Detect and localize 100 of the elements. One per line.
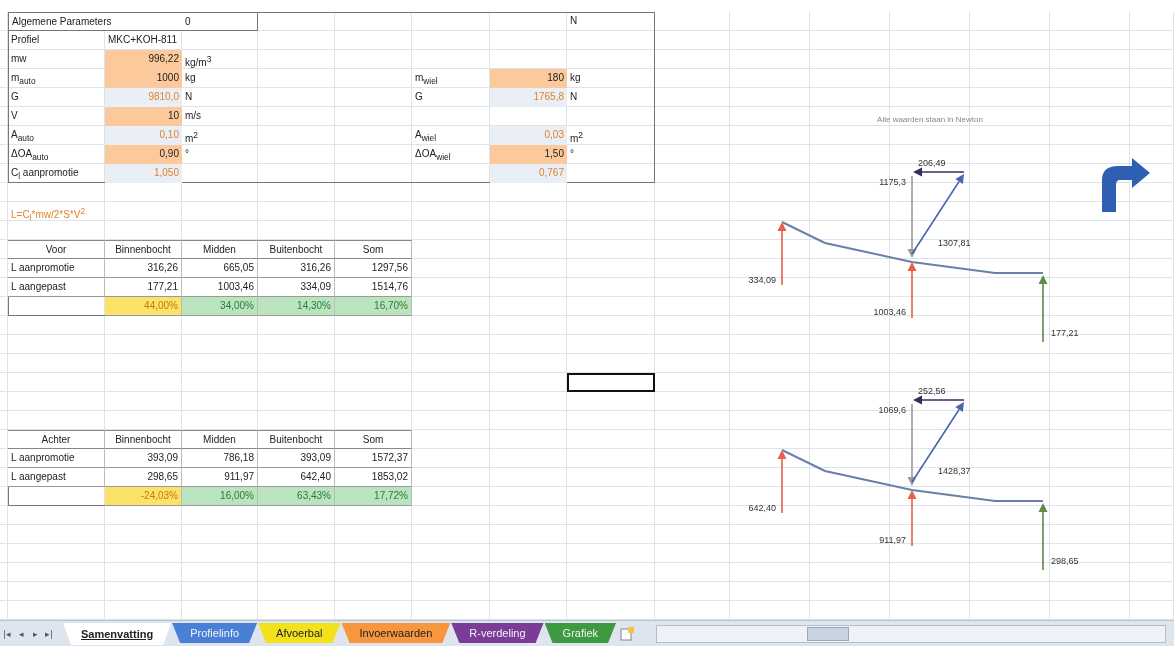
sheet-tab[interactable]: Profielinfo <box>172 623 258 643</box>
parameter-value: 0,90 <box>105 145 182 164</box>
column-header: Binnenbocht <box>105 240 182 259</box>
parameter-label: mw <box>10 52 28 66</box>
unit-label: m$^{2}$ <box>184 129 199 145</box>
force-value: 1069,6 <box>878 405 906 415</box>
section-title: Algemene Parameters <box>8 12 182 31</box>
table-cell: 298,65 <box>105 468 182 487</box>
percentage-cell: 63,43% <box>258 487 335 506</box>
force-arrow <box>777 450 787 514</box>
table-cell: 1297,56 <box>335 259 412 278</box>
parameter-label: V <box>10 109 19 123</box>
parameter-label: C$_{l}$ aanpromotie <box>10 166 80 183</box>
table-cell: 642,40 <box>258 468 335 487</box>
parameter-label: ΔOA$_{auto}$ <box>10 147 50 164</box>
sheet-nav-button[interactable]: |◂ <box>0 625 14 643</box>
percentage-cell: 34,00% <box>182 297 258 316</box>
parameter-value: 996,22 <box>105 50 182 69</box>
horizontal-scrollbar[interactable] <box>656 625 1166 643</box>
row-label: L aangepast <box>8 278 105 297</box>
table-cell: 177,21 <box>105 278 182 297</box>
force-value: 252,56 <box>918 386 946 396</box>
parameter-value: 1000 <box>105 69 182 88</box>
parameter-value: 1,050 <box>105 164 182 183</box>
selected-cell[interactable] <box>567 373 655 392</box>
force-value: 206,49 <box>918 158 946 168</box>
parameter-label: m$_{wiel}$ <box>414 71 439 88</box>
new-sheet-icon[interactable] <box>620 627 635 641</box>
sheet-tab[interactable]: R-verdeling <box>451 623 544 643</box>
column-header: Achter <box>8 430 105 449</box>
table-cell: 1572,37 <box>335 449 412 468</box>
sheet-tab[interactable]: Grafiek <box>544 623 617 643</box>
row-label: L aanpromotie <box>8 259 105 278</box>
parameter-value: 9810,0 <box>105 88 182 107</box>
unit-label: kg <box>569 71 582 85</box>
column-header: Buitenbocht <box>258 430 335 449</box>
unit-label: N <box>184 90 194 104</box>
sheet-tab[interactable]: Afvoerbal <box>258 623 341 643</box>
force-value: 642,40 <box>748 503 776 513</box>
column-header: Midden <box>182 430 258 449</box>
parameter-label: ΔOA$_{wiel}$ <box>414 147 452 164</box>
cell-value: 0 <box>182 12 258 31</box>
force-value: 334,09 <box>748 275 776 285</box>
cell-value: N <box>569 14 579 28</box>
unit-label: ° <box>569 147 575 161</box>
row-label: L aanpromotie <box>8 449 105 468</box>
table-cell: 1853,02 <box>335 468 412 487</box>
unit-label: kg <box>184 71 197 85</box>
percentage-cell: 16,70% <box>335 297 412 316</box>
unit-label: kg/m$^{3}$ <box>184 53 213 69</box>
table-cell: 1514,76 <box>335 278 412 297</box>
formula-text: L=C$_{l}$*mw/2*S*V$^{2}$ <box>10 205 87 221</box>
force-value: 177,21 <box>1051 328 1079 338</box>
percentage-cell: -24,03% <box>105 487 182 506</box>
table-cell: 911,97 <box>182 468 258 487</box>
force-arrow <box>1038 503 1048 571</box>
force-arrow <box>1038 275 1048 343</box>
sheet-tab[interactable]: Samenvatting <box>63 623 172 645</box>
sheet-nav-button[interactable]: ▸| <box>42 625 56 643</box>
percentage-cell: 44,00% <box>105 297 182 316</box>
parameter-value: 1765,8 <box>490 88 567 107</box>
parameter-value: 1,50 <box>490 145 567 164</box>
unit-label: ° <box>184 147 190 161</box>
parameter-label: m$_{auto}$ <box>10 71 37 88</box>
unit-label: m$^{2}$ <box>569 129 584 145</box>
parameter-value: MKC+KOH-811 <box>107 33 178 47</box>
column-header: Voor <box>8 240 105 259</box>
sheet-nav-button[interactable]: ▸ <box>28 625 42 643</box>
force-arrow <box>907 490 917 547</box>
table-cell: 665,05 <box>182 259 258 278</box>
unit-label: m/s <box>184 109 203 123</box>
table-cell: 316,26 <box>258 259 335 278</box>
column-header: Midden <box>182 240 258 259</box>
force-arrow <box>907 262 917 319</box>
sheet-nav-button[interactable]: ◂ <box>14 625 28 643</box>
table-cell: 316,26 <box>105 259 182 278</box>
elbow-arrow-icon <box>1102 158 1150 212</box>
parameter-label: G <box>414 90 424 104</box>
table-cell: 1003,46 <box>182 278 258 297</box>
column-header: Buitenbocht <box>258 240 335 259</box>
force-value: 1175,3 <box>879 177 906 187</box>
diagram-title: Alle waarden staan in Newton <box>877 115 983 124</box>
force-value: 911,97 <box>879 535 906 545</box>
table-cell: 393,09 <box>105 449 182 468</box>
unit-label: N <box>569 90 579 104</box>
percentage-cell: 17,72% <box>335 487 412 506</box>
table-cell: 393,09 <box>258 449 335 468</box>
percentage-cell: 16,00% <box>182 487 258 506</box>
parameter-label: G <box>10 90 20 104</box>
column-header: Binnenbocht <box>105 430 182 449</box>
sheet-tab[interactable]: Invoerwaarden <box>341 623 451 643</box>
parameter-label: Profiel <box>10 33 41 47</box>
force-arrow <box>777 222 787 286</box>
force-value: 1307,81 <box>938 238 971 248</box>
parameter-value: 10 <box>105 107 182 126</box>
parameter-label: A$_{auto}$ <box>10 128 35 145</box>
force-value: 298,65 <box>1051 556 1079 566</box>
parameter-label: A$_{wiel}$ <box>414 128 438 145</box>
force-value: 1003,46 <box>873 307 906 317</box>
percentage-cell: 14,30% <box>258 297 335 316</box>
